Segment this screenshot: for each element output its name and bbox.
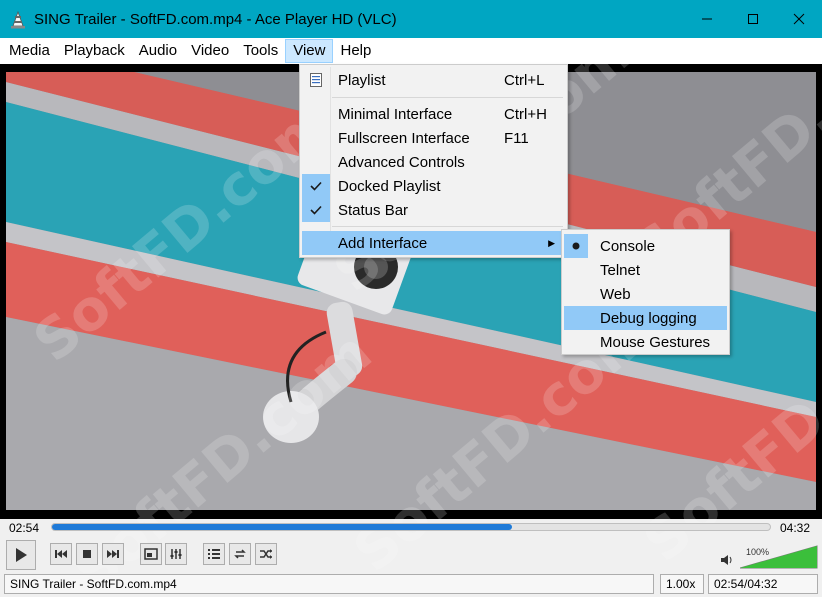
view-menu: Playlist Ctrl+L Minimal Interface Ctrl+H… (299, 64, 568, 258)
minimize-button[interactable] (684, 0, 730, 38)
maximize-icon (748, 14, 758, 24)
add-interface-submenu: Console Telnet Web Debug logging Mouse G… (561, 229, 730, 355)
submenu-item-label: Telnet (600, 261, 641, 279)
submenu-item-console[interactable]: Console (564, 234, 727, 258)
extended-settings-button[interactable] (165, 543, 187, 565)
menu-separator (332, 226, 563, 227)
playback-speed[interactable]: 1.00x (660, 574, 704, 594)
radio-bullet-icon (564, 234, 588, 258)
stop-button[interactable] (76, 543, 98, 565)
vlc-cone-icon (10, 11, 26, 29)
seek-progress-fill (52, 524, 512, 530)
stop-icon (83, 550, 91, 558)
playback-controls: 100% (0, 537, 822, 573)
menu-tools[interactable]: Tools (236, 39, 285, 63)
menu-item-label: Playlist (338, 71, 386, 89)
menu-item-shortcut: Ctrl+H (504, 105, 547, 123)
menu-item-label: Fullscreen Interface (338, 129, 470, 147)
submenu-item-label: Console (600, 237, 656, 255)
seek-slider[interactable] (51, 523, 771, 531)
fullscreen-button[interactable] (140, 543, 162, 565)
loop-icon (234, 549, 246, 559)
menu-item-label: Add Interface (338, 234, 428, 252)
total-time: 04:32 (780, 521, 811, 535)
previous-button[interactable] (50, 543, 72, 565)
menu-playback[interactable]: Playback (57, 39, 132, 63)
submenu-item-telnet[interactable]: Telnet (564, 258, 727, 282)
submenu-item-label: Web (600, 285, 631, 303)
checkmark-icon (302, 174, 330, 198)
submenu-item-label: Mouse Gestures (600, 333, 711, 351)
playlist-icon (208, 549, 220, 559)
playlist-icon (302, 68, 330, 92)
submenu-item-web[interactable]: Web (564, 282, 727, 306)
submenu-item-mouse-gestures[interactable]: Mouse Gestures (564, 330, 727, 354)
elapsed-time: 02:54 (9, 521, 40, 535)
menu-item-shortcut: F11 (504, 129, 529, 147)
submenu-arrow-icon: ▶ (548, 237, 555, 248)
checkmark-icon (302, 198, 330, 222)
speaker-icon[interactable] (720, 553, 734, 570)
menu-separator (332, 97, 563, 98)
play-button[interactable] (6, 540, 36, 570)
loop-button[interactable] (229, 543, 251, 565)
previous-icon (55, 550, 67, 558)
fullscreen-icon (144, 548, 158, 560)
menu-help[interactable]: Help (333, 39, 378, 63)
window-title: SING Trailer - SoftFD.com.mp4 - Ace Play… (34, 10, 397, 28)
status-time[interactable]: 02:54/04:32 (708, 574, 818, 594)
menu-video[interactable]: Video (184, 39, 236, 63)
menu-view[interactable]: View (285, 39, 334, 63)
close-button[interactable] (776, 0, 822, 38)
seek-row: 02:54 04:32 (0, 519, 822, 537)
next-icon (107, 550, 119, 558)
view-menu-fullscreen-interface[interactable]: Fullscreen Interface F11 (302, 126, 565, 150)
menu-media[interactable]: Media (2, 39, 57, 63)
view-menu-playlist[interactable]: Playlist Ctrl+L (302, 68, 565, 92)
playlist-button[interactable] (203, 543, 225, 565)
menu-item-shortcut: Ctrl+L (504, 71, 545, 89)
status-bar: SING Trailer - SoftFD.com.mp4 1.00x 02:5… (0, 573, 822, 597)
menu-item-label: Advanced Controls (338, 153, 465, 171)
shuffle-icon (260, 549, 272, 559)
view-menu-status-bar[interactable]: Status Bar (302, 198, 565, 222)
shuffle-button[interactable] (255, 543, 277, 565)
view-menu-add-interface[interactable]: Add Interface ▶ (302, 231, 565, 255)
menu-item-label: Status Bar (338, 201, 409, 219)
submenu-item-label: Debug logging (600, 309, 697, 327)
window-controls (684, 0, 822, 38)
menu-item-label: Minimal Interface (338, 105, 453, 123)
next-button[interactable] (102, 543, 124, 565)
play-icon (16, 548, 27, 562)
status-filename: SING Trailer - SoftFD.com.mp4 (4, 574, 654, 594)
close-icon (793, 13, 805, 25)
volume-slider[interactable] (739, 545, 818, 572)
submenu-item-debug-logging[interactable]: Debug logging (564, 306, 727, 330)
title-bar[interactable]: SING Trailer - SoftFD.com.mp4 - Ace Play… (0, 0, 822, 38)
menu-item-label: Docked Playlist (338, 177, 441, 195)
equalizer-icon (170, 549, 182, 559)
view-menu-minimal-interface[interactable]: Minimal Interface Ctrl+H (302, 102, 565, 126)
view-menu-advanced-controls[interactable]: Advanced Controls (302, 150, 565, 174)
view-menu-docked-playlist[interactable]: Docked Playlist (302, 174, 565, 198)
maximize-button[interactable] (730, 0, 776, 38)
minimize-icon (702, 18, 712, 20)
menu-audio[interactable]: Audio (132, 39, 184, 63)
menu-bar: Media Playback Audio Video Tools View He… (0, 38, 822, 64)
